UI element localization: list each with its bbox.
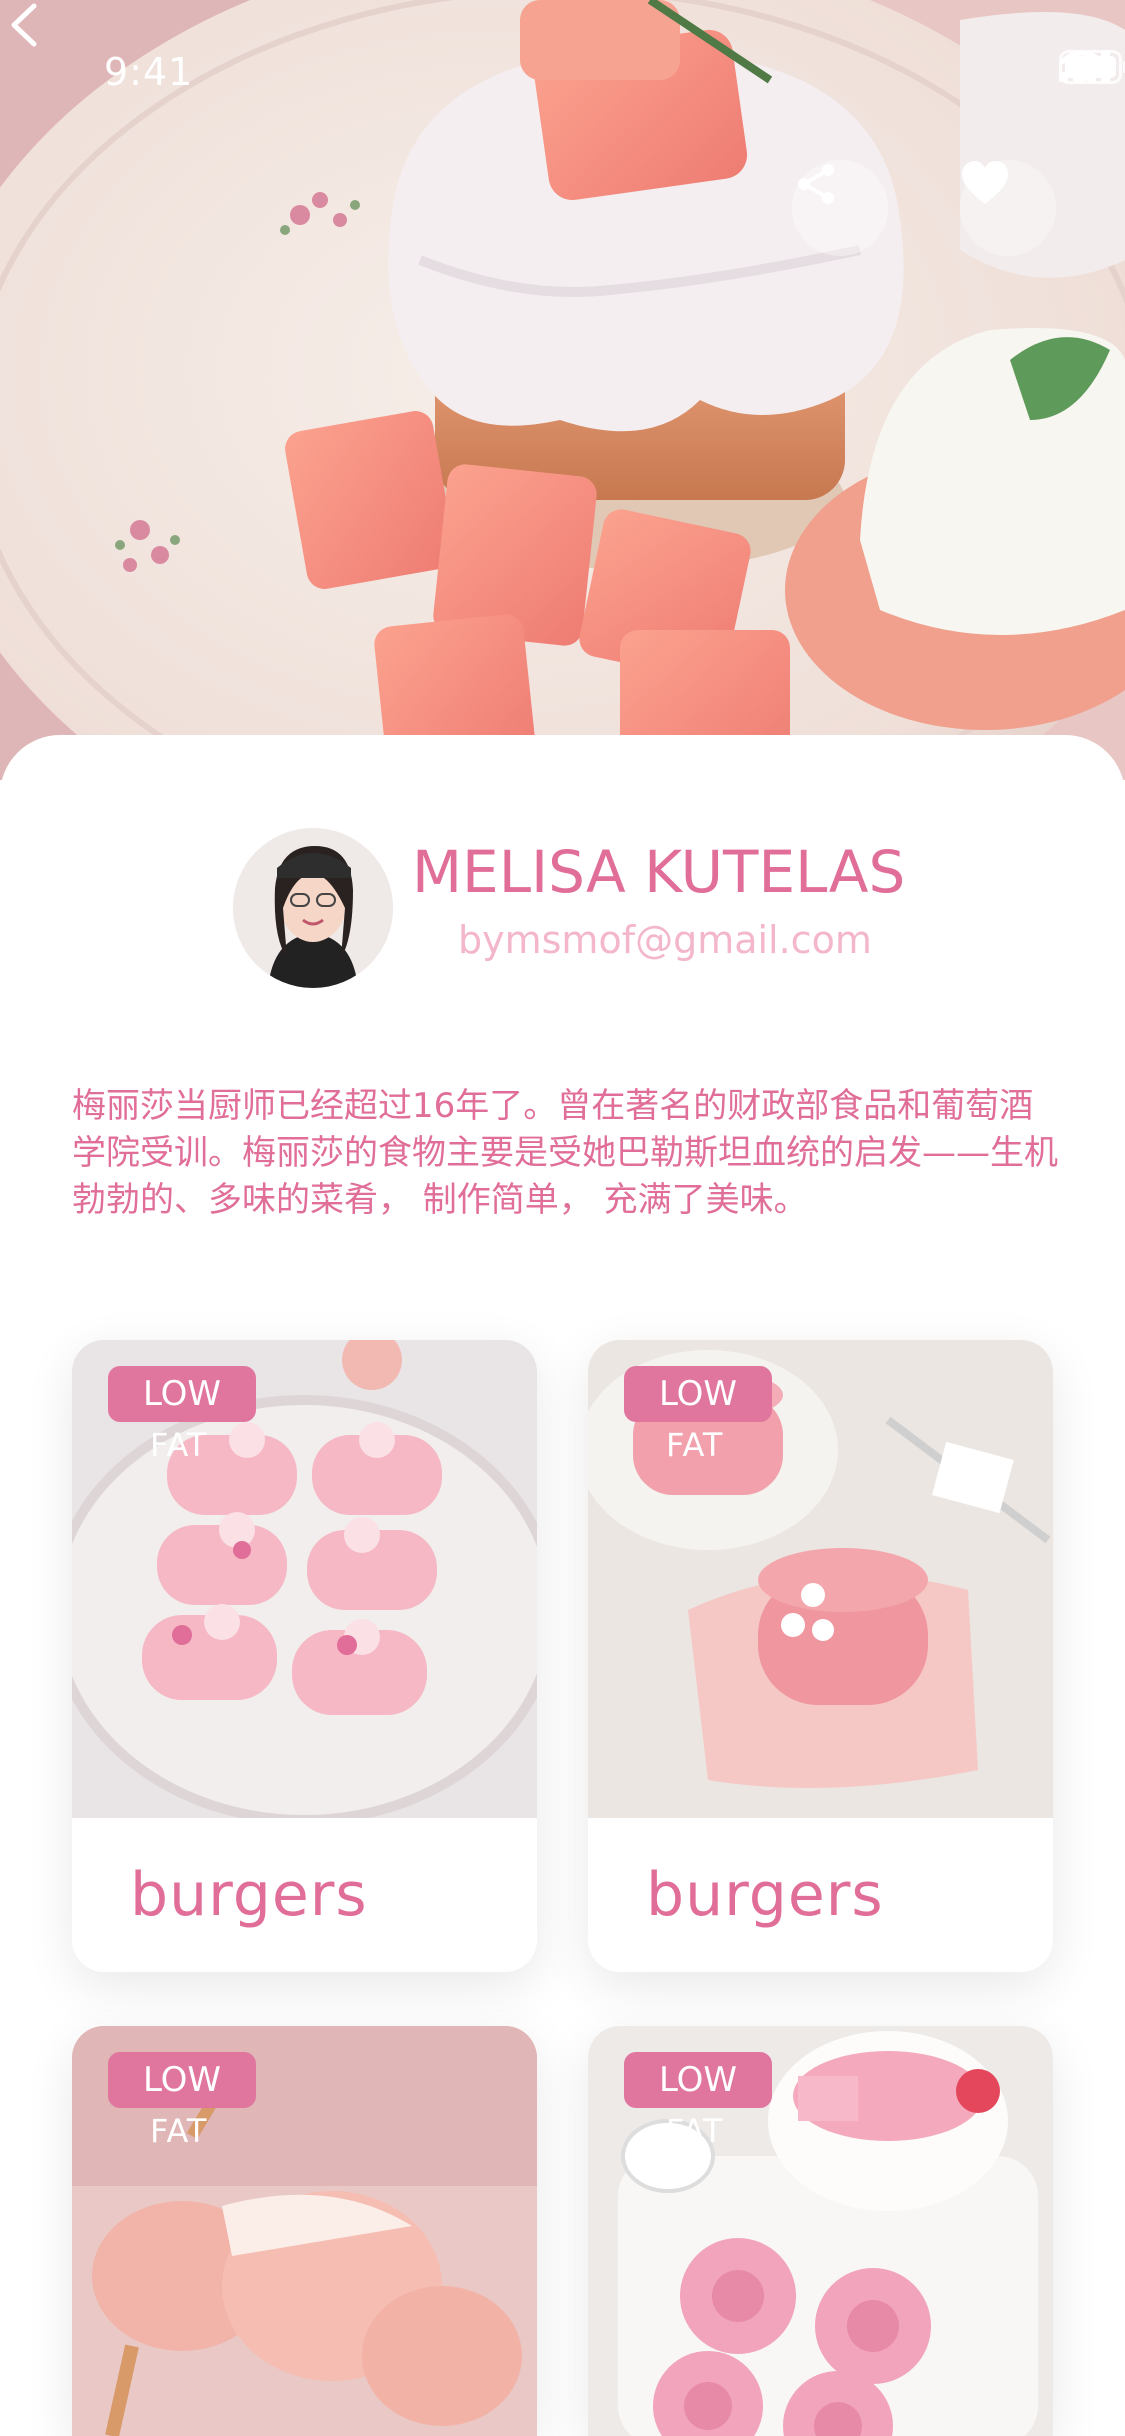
heart-icon bbox=[962, 161, 1008, 204]
recipe-label: burgers bbox=[646, 1860, 884, 1930]
battery-icon bbox=[1059, 50, 1125, 84]
profile-bio: 梅丽莎当厨师已经超过16年了。曾在著名的财政部食品和葡萄酒学院受训。梅丽莎的食物… bbox=[72, 1086, 1058, 1220]
recipe-card[interactable]: LOW FAT burgers bbox=[72, 1340, 537, 1972]
low-fat-badge: LOW bbox=[108, 2052, 256, 2108]
favorite-button[interactable] bbox=[960, 160, 1056, 256]
low-fat-badge-sub: FAT bbox=[666, 1426, 724, 1464]
hero-image: 9:41 bbox=[0, 0, 1125, 780]
avatar[interactable] bbox=[233, 828, 393, 988]
recipe-card[interactable]: LOW FAT bbox=[72, 2026, 537, 2436]
share-button[interactable] bbox=[792, 160, 888, 256]
low-fat-badge-sub: FAT bbox=[666, 2112, 724, 2150]
status-time: 9:41 bbox=[104, 50, 194, 94]
low-fat-badge: LOW bbox=[624, 2052, 772, 2108]
low-fat-badge-sub: FAT bbox=[150, 1426, 208, 1464]
status-bar: 9:41 bbox=[0, 0, 1125, 140]
low-fat-badge: LOW bbox=[108, 1366, 256, 1422]
share-icon bbox=[798, 164, 834, 204]
profile-name: MELISA KUTELAS bbox=[412, 838, 906, 906]
back-button[interactable] bbox=[0, 0, 50, 50]
low-fat-badge: LOW bbox=[624, 1366, 772, 1422]
low-fat-badge-sub: FAT bbox=[150, 2112, 208, 2150]
recipe-label: burgers bbox=[130, 1860, 368, 1930]
profile-email[interactable]: bymsmof@gmail.com bbox=[458, 918, 872, 962]
recipe-card[interactable]: LOW FAT burgers bbox=[588, 1340, 1053, 1972]
recipe-card[interactable]: LOW FAT bbox=[588, 2026, 1053, 2436]
